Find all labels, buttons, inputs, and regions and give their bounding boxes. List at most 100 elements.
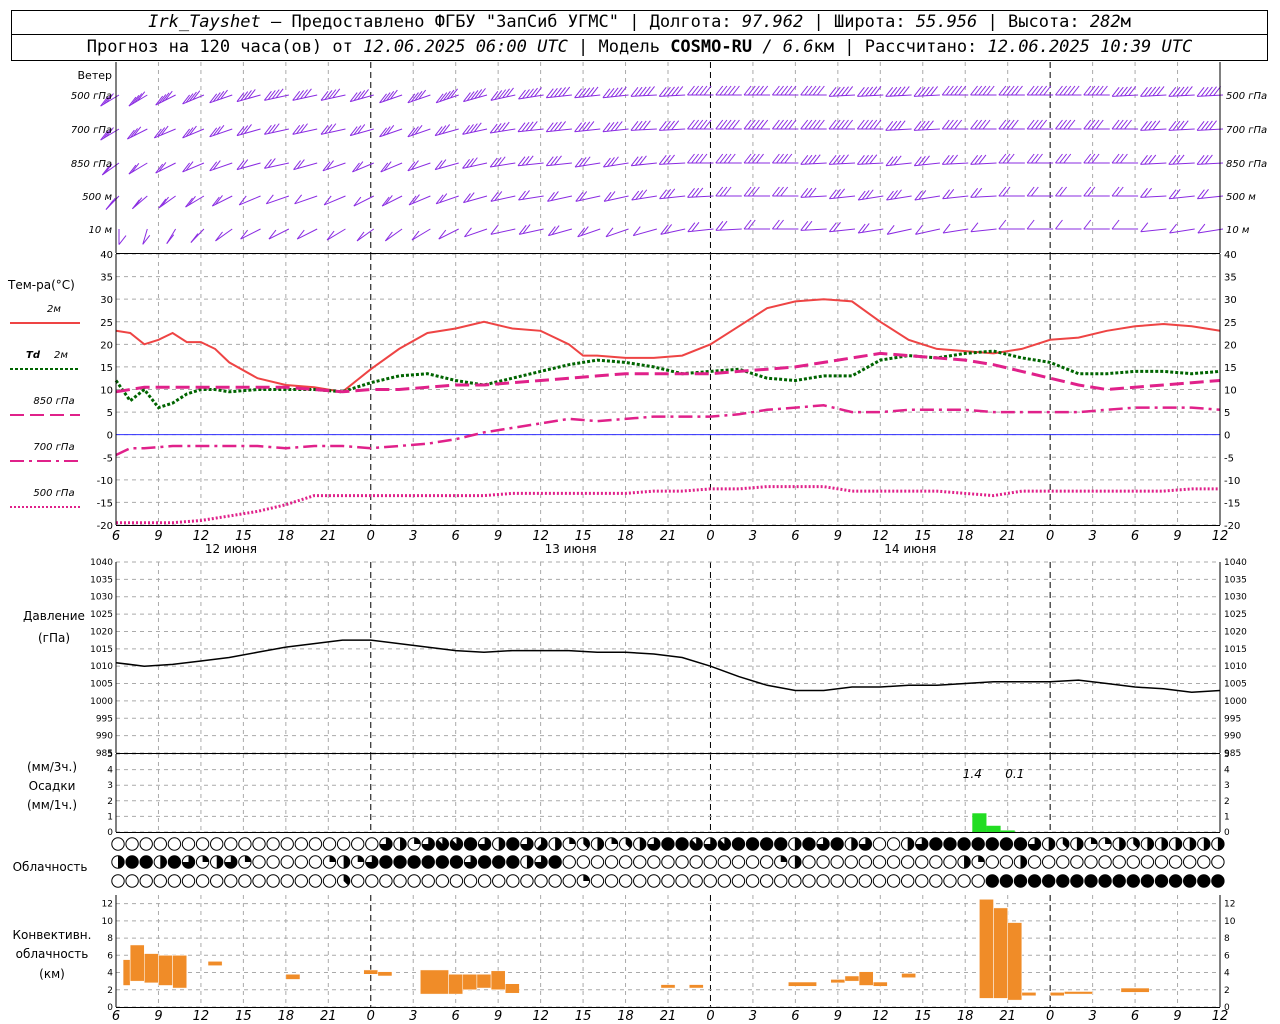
wind-barb bbox=[264, 158, 289, 169]
cloud-circle bbox=[322, 874, 337, 888]
precip-tick-left: 5 bbox=[107, 750, 113, 760]
wind-barb bbox=[886, 189, 912, 201]
precip-tick-right: 5 bbox=[1224, 750, 1230, 760]
time-tick-label-bottom: 21 bbox=[320, 1009, 337, 1024]
cloud-fill-sector bbox=[1119, 837, 1126, 851]
cloud-circle bbox=[280, 837, 294, 851]
wind-barb bbox=[1083, 119, 1110, 130]
wind-barb-feather bbox=[614, 121, 623, 131]
wind-barb-feather bbox=[1026, 119, 1035, 130]
wind-barb-feather bbox=[723, 85, 732, 96]
wind-barb-feather bbox=[131, 94, 140, 105]
cloud-fill-sector bbox=[611, 837, 618, 844]
wind-barb-feather bbox=[128, 164, 137, 175]
cloud-cover-symbol bbox=[703, 874, 717, 888]
cloud-cover-symbol bbox=[520, 874, 534, 888]
conv-cloud-bar bbox=[122, 959, 131, 986]
conv-cloud-bar bbox=[901, 973, 916, 978]
cloud-cover-symbol bbox=[379, 874, 393, 888]
convective-cloud-layer bbox=[122, 899, 1150, 1001]
wind-barb bbox=[438, 228, 459, 240]
wind-barb bbox=[209, 160, 233, 172]
wind-barb-shaft bbox=[326, 228, 346, 241]
wind-barb bbox=[1083, 219, 1110, 230]
wind-barb-feather bbox=[921, 120, 930, 131]
wind-barb bbox=[320, 123, 346, 135]
wind-barb bbox=[517, 155, 544, 167]
wind-barb-feather bbox=[1063, 85, 1072, 96]
wind-barb-feather bbox=[1152, 120, 1161, 131]
cloud-cover-symbol bbox=[759, 874, 774, 888]
cloud-circle bbox=[618, 874, 633, 888]
wind-barb-feather bbox=[137, 91, 146, 102]
time-tick-label-temp: 0 bbox=[706, 529, 714, 544]
cloud-cover-symbol bbox=[421, 874, 435, 888]
wind-barb-shaft bbox=[1197, 195, 1224, 200]
wind-barb bbox=[829, 188, 856, 200]
cloud-fill-sector bbox=[118, 855, 125, 869]
cloud-circle bbox=[407, 874, 421, 888]
cloud-cover-symbol bbox=[562, 855, 576, 869]
wind-barb-feather bbox=[780, 186, 789, 197]
cloud-fill-full bbox=[1000, 874, 1013, 888]
cloud-cover-symbol bbox=[1013, 874, 1028, 888]
cloud-cover-symbol bbox=[435, 837, 450, 851]
cloud-circle bbox=[759, 855, 774, 869]
wind-barb-feather bbox=[185, 197, 193, 208]
wind-barb-feather bbox=[974, 119, 983, 130]
cloud-cover-symbol bbox=[365, 837, 379, 851]
wind-barb-feather bbox=[1055, 219, 1063, 230]
wind-barb bbox=[942, 188, 969, 200]
wind-barb-feather bbox=[1148, 86, 1157, 97]
wind-barb-feather bbox=[1124, 119, 1132, 130]
wind-barbs-layer bbox=[100, 85, 1224, 245]
wind-barb bbox=[518, 87, 544, 100]
wind-barb-feather bbox=[784, 153, 793, 164]
conv-tick-left: 4 bbox=[107, 969, 113, 979]
wind-barb-feather bbox=[1087, 119, 1096, 130]
wind-barb-feather bbox=[784, 85, 793, 96]
wind-barb-feather bbox=[1200, 154, 1209, 165]
conv-cloud-bar bbox=[285, 974, 301, 980]
cloud-cover-symbol bbox=[788, 874, 802, 888]
cloud-cover-symbol bbox=[195, 855, 210, 869]
cloud-cover-symbol bbox=[985, 837, 999, 851]
cloud-circle bbox=[915, 855, 929, 869]
wind-barb bbox=[379, 124, 403, 138]
pressure-tick-left: 1000 bbox=[90, 697, 113, 707]
wind-barb-feather bbox=[836, 154, 845, 165]
wind-barb-feather bbox=[747, 119, 756, 130]
cloud-fill-sector bbox=[1048, 837, 1055, 851]
wind-barb-feather bbox=[760, 85, 769, 96]
wind-barb bbox=[941, 119, 969, 130]
cloud-cover-symbol bbox=[689, 855, 703, 869]
cloud-cover-symbol bbox=[421, 837, 435, 851]
wind-barb-shaft bbox=[631, 195, 657, 201]
pressure-tick-right: 1030 bbox=[1224, 593, 1247, 603]
cloud-fill-full bbox=[760, 837, 773, 851]
cloud-fill-full bbox=[436, 855, 449, 869]
wind-barb-feather bbox=[1180, 120, 1189, 131]
wind-barb-shaft bbox=[236, 162, 261, 171]
wind-barb bbox=[1168, 154, 1195, 165]
cloud-cover-symbol bbox=[351, 855, 365, 869]
conv-tick-right: 6 bbox=[1224, 951, 1230, 961]
wind-barb bbox=[577, 226, 601, 238]
time-tick-label-temp: 0 bbox=[1046, 529, 1054, 544]
wind-barb-shaft bbox=[546, 162, 572, 167]
pressure-tick-left: 1010 bbox=[90, 662, 113, 672]
conv-cloud-bar bbox=[1049, 992, 1065, 997]
wind-barb-feather bbox=[695, 153, 704, 164]
cloud-cover-symbol bbox=[125, 837, 139, 851]
wind-barb-feather bbox=[982, 119, 991, 130]
cloud-circle bbox=[802, 855, 816, 869]
wind-barb-feather bbox=[1063, 119, 1072, 130]
wind-barb bbox=[1111, 219, 1139, 230]
wind-barb-feather bbox=[1168, 189, 1177, 200]
temp-tick-right: 10 bbox=[1224, 386, 1237, 397]
wind-barb-feather bbox=[602, 88, 611, 99]
wind-barb-feather bbox=[812, 85, 821, 96]
wind-level-label-left: 850 гПа bbox=[71, 159, 112, 170]
cloud-circle bbox=[745, 855, 760, 869]
temp-tick-left: 40 bbox=[100, 250, 113, 261]
